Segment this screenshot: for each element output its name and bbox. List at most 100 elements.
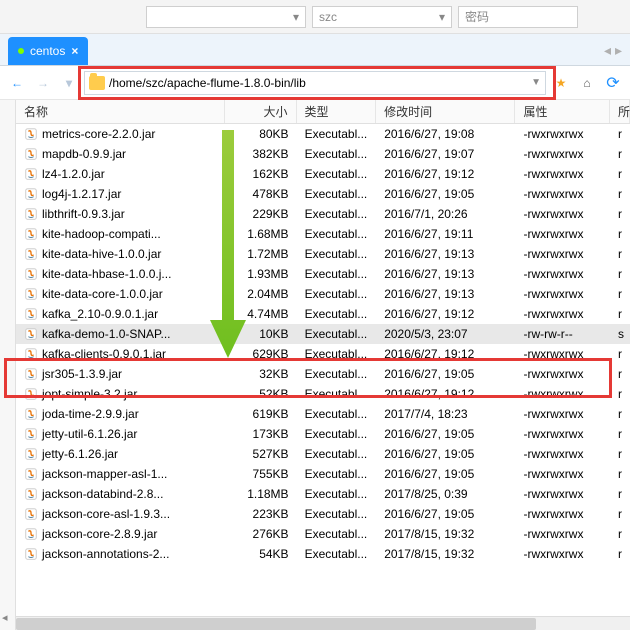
jar-icon — [24, 467, 38, 481]
file-attr: -rw-rw-r-- — [515, 325, 610, 343]
file-type: Executabl... — [297, 545, 377, 563]
table-row[interactable]: jackson-mapper-asl-1...755KBExecutabl...… — [16, 464, 630, 484]
table-row[interactable]: lz4-1.2.0.jar162KBExecutabl...2016/6/27,… — [16, 164, 630, 184]
file-owner: r — [610, 525, 630, 543]
password-field[interactable]: 密码 — [458, 6, 578, 28]
table-row[interactable]: jackson-core-asl-1.9.3...223KBExecutabl.… — [16, 504, 630, 524]
connection-toolbar: ▾ szc▾ 密码 — [0, 0, 630, 34]
horizontal-scrollbar[interactable] — [16, 616, 630, 630]
forward-button[interactable]: → — [32, 72, 54, 94]
tab-nav-arrows[interactable]: ◂ ▸ — [604, 42, 622, 59]
table-row[interactable]: kite-data-hive-1.0.0.jar1.72MBExecutabl.… — [16, 244, 630, 264]
file-name: mapdb-0.9.9.jar — [42, 147, 126, 161]
jar-icon — [24, 307, 38, 321]
file-size: 1.18MB — [225, 485, 297, 503]
col-type[interactable]: 类型 — [297, 100, 377, 123]
file-type: Executabl... — [297, 385, 377, 403]
file-type: Executabl... — [297, 165, 377, 183]
file-owner: r — [610, 305, 630, 323]
status-dot-icon — [18, 48, 24, 54]
left-gutter: ◂ — [0, 100, 16, 630]
file-date: 2016/6/27, 19:13 — [376, 265, 515, 283]
col-size[interactable]: 大小 — [225, 100, 297, 123]
jar-icon — [24, 187, 38, 201]
host-combo[interactable]: ▾ — [146, 6, 306, 28]
path-input[interactable] — [109, 73, 527, 93]
table-row[interactable]: jackson-annotations-2...54KBExecutabl...… — [16, 544, 630, 564]
col-owner[interactable]: 所 — [610, 100, 630, 123]
collapse-arrow-icon[interactable]: ◂ — [2, 611, 8, 624]
tab-centos[interactable]: centos × — [8, 37, 88, 65]
table-row[interactable]: mapdb-0.9.9.jar382KBExecutabl...2016/6/2… — [16, 144, 630, 164]
file-owner: r — [610, 225, 630, 243]
file-type: Executabl... — [297, 185, 377, 203]
table-row[interactable]: kafka_2.10-0.9.0.1.jar4.74MBExecutabl...… — [16, 304, 630, 324]
file-date: 2016/6/27, 19:08 — [376, 125, 515, 143]
jar-icon — [24, 407, 38, 421]
file-type: Executabl... — [297, 285, 377, 303]
home-button[interactable]: ⌂ — [576, 72, 598, 94]
file-type: Executabl... — [297, 225, 377, 243]
file-size: 2.04MB — [225, 285, 297, 303]
file-name: kafka-demo-1.0-SNAP... — [42, 327, 171, 341]
table-row[interactable]: metrics-core-2.2.0.jar80KBExecutabl...20… — [16, 124, 630, 144]
file-type: Executabl... — [297, 485, 377, 503]
file-attr: -rwxrwxrwx — [515, 305, 610, 323]
file-owner: r — [610, 205, 630, 223]
file-name: kite-hadoop-compati... — [42, 227, 161, 241]
table-row[interactable]: jackson-databind-2.8... 1.18MBExecutabl..… — [16, 484, 630, 504]
file-owner: r — [610, 185, 630, 203]
table-row[interactable]: kite-data-hbase-1.0.0.j...1.93MBExecutab… — [16, 264, 630, 284]
user-combo[interactable]: szc▾ — [312, 6, 452, 28]
table-row[interactable]: libthrift-0.9.3.jar229KBExecutabl...2016… — [16, 204, 630, 224]
table-row[interactable]: jackson-core-2.8.9.jar276KBExecutabl...2… — [16, 524, 630, 544]
table-row[interactable]: jetty-util-6.1.26.jar173KBExecutabl...20… — [16, 424, 630, 444]
col-date[interactable]: 修改时间 — [376, 100, 515, 123]
table-row[interactable]: jopt-simple-3.2.jar 52KBExecutabl...2016/… — [16, 384, 630, 404]
address-bar[interactable]: ▼ — [84, 71, 546, 95]
file-size: 162KB — [225, 165, 297, 183]
file-type: Executabl... — [297, 305, 377, 323]
refresh-button[interactable]: ⟳ — [602, 72, 624, 94]
file-size: 229KB — [225, 205, 297, 223]
table-row[interactable]: kafka-demo-1.0-SNAP...10KBExecutabl...20… — [16, 324, 630, 344]
file-size: 223KB — [225, 505, 297, 523]
file-name: kite-data-core-1.0.0.jar — [42, 287, 163, 301]
file-name: kafka-clients-0.9.0.1.jar — [42, 347, 166, 361]
chevron-down-icon[interactable]: ▼ — [531, 77, 541, 88]
back-button[interactable]: ← — [6, 72, 28, 94]
file-name: lz4-1.2.0.jar — [42, 167, 105, 181]
col-attr[interactable]: 属性 — [515, 100, 610, 123]
file-size: 527KB — [225, 445, 297, 463]
file-date: 2016/6/27, 19:12 — [376, 385, 515, 403]
file-attr: -rwxrwxrwx — [515, 125, 610, 143]
file-date: 2017/8/25, 0:39 — [376, 485, 515, 503]
file-size: 629KB — [225, 345, 297, 363]
file-name: jackson-databind-2.8... — [42, 487, 163, 501]
file-size: 619KB — [225, 405, 297, 423]
file-date: 2016/6/27, 19:13 — [376, 245, 515, 263]
file-date: 2020/5/3, 23:07 — [376, 325, 515, 343]
table-row[interactable]: kafka-clients-0.9.0.1.jar629KBExecutabl.… — [16, 344, 630, 364]
history-dropdown[interactable]: ▾ — [58, 72, 80, 94]
file-type: Executabl... — [297, 465, 377, 483]
table-row[interactable]: log4j-1.2.17.jar478KBExecutabl...2016/6/… — [16, 184, 630, 204]
file-owner: r — [610, 165, 630, 183]
file-type: Executabl... — [297, 405, 377, 423]
close-icon[interactable]: × — [71, 44, 78, 58]
file-name: log4j-1.2.17.jar — [42, 187, 121, 201]
table-row[interactable]: jsr305-1.3.9.jar32KBExecutabl...2016/6/2… — [16, 364, 630, 384]
file-date: 2016/6/27, 19:07 — [376, 145, 515, 163]
jar-icon — [24, 287, 38, 301]
table-row[interactable]: jetty-6.1.26.jar527KBExecutabl...2016/6/… — [16, 444, 630, 464]
table-row[interactable]: kite-data-core-1.0.0.jar 2.04MBExecutabl.… — [16, 284, 630, 304]
table-row[interactable]: joda-time-2.9.9.jar619KBExecutabl...2017… — [16, 404, 630, 424]
file-name: jopt-simple-3.2.jar — [42, 387, 137, 401]
file-size: 52KB — [225, 385, 297, 403]
file-date: 2017/8/15, 19:32 — [376, 545, 515, 563]
col-name[interactable]: 名称 — [16, 100, 225, 123]
file-name: kite-data-hbase-1.0.0.j... — [42, 267, 171, 281]
file-type: Executabl... — [297, 145, 377, 163]
table-row[interactable]: kite-hadoop-compati...1.68MBExecutabl...… — [16, 224, 630, 244]
bookmark-button[interactable]: ★ — [550, 72, 572, 94]
